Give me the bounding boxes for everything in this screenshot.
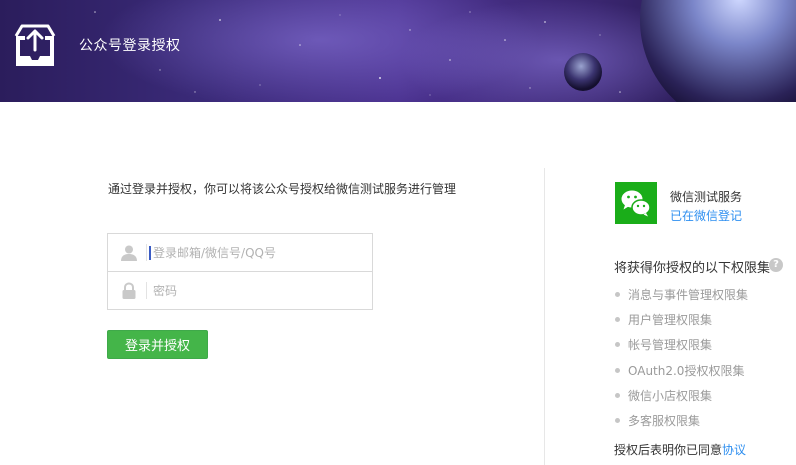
permission-item: 帐号管理权限集: [614, 332, 748, 357]
field-separator: [146, 282, 147, 299]
bullet-icon: [615, 317, 620, 323]
page-header: 公众号登录授权: [0, 0, 796, 102]
bullet-icon: [615, 367, 620, 373]
question-icon[interactable]: ?: [769, 258, 783, 272]
permission-label: 多客服权限集: [628, 414, 701, 429]
bullet-icon: [615, 418, 620, 424]
permission-label: OAuth2.0授权权限集: [628, 363, 745, 378]
login-intro-text: 通过登录并授权，你可以将该公众号授权给微信测试服务进行管理: [108, 182, 457, 196]
permission-item: 用户管理权限集: [614, 307, 748, 332]
agreement-label: 授权后表明你已同意: [614, 443, 723, 457]
permission-item: OAuth2.0授权权限集: [614, 358, 748, 383]
permission-label: 帐号管理权限集: [628, 338, 713, 353]
text-cursor: [149, 246, 151, 260]
field-separator: [146, 244, 147, 261]
wechat-icon: [615, 182, 657, 224]
agreement-text: 授权后表明你已同意协议: [614, 441, 746, 458]
page-title: 公众号登录授权: [79, 38, 181, 54]
login-form: [107, 233, 373, 310]
permission-label: 消息与事件管理权限集: [628, 288, 749, 303]
bullet-icon: [615, 392, 620, 398]
upload-tray-icon: [14, 24, 56, 66]
permission-list: 消息与事件管理权限集 用户管理权限集 帐号管理权限集 OAuth2.0授权权限集…: [614, 282, 748, 433]
panel-divider: [544, 168, 545, 465]
permission-label: 用户管理权限集: [628, 313, 713, 328]
username-input[interactable]: [148, 240, 365, 265]
user-icon: [121, 245, 137, 261]
service-name: 微信测试服务: [670, 190, 743, 204]
lock-icon: [122, 282, 136, 299]
bullet-icon: [615, 342, 620, 348]
bullet-icon: [615, 292, 620, 298]
permission-label: 微信小店权限集: [628, 388, 713, 403]
permissions-title: 将获得你授权的以下权限集: [614, 261, 771, 276]
password-input[interactable]: [148, 278, 365, 303]
permission-item: 微信小店权限集: [614, 383, 748, 408]
service-status: 已在微信登记: [670, 209, 743, 223]
agreement-link[interactable]: 协议: [722, 443, 746, 457]
password-field: [108, 272, 372, 309]
username-field: [108, 234, 372, 272]
permission-item: 消息与事件管理权限集: [614, 282, 748, 307]
permission-item: 多客服权限集: [614, 408, 748, 433]
login-authorize-button[interactable]: 登录并授权: [107, 330, 208, 359]
